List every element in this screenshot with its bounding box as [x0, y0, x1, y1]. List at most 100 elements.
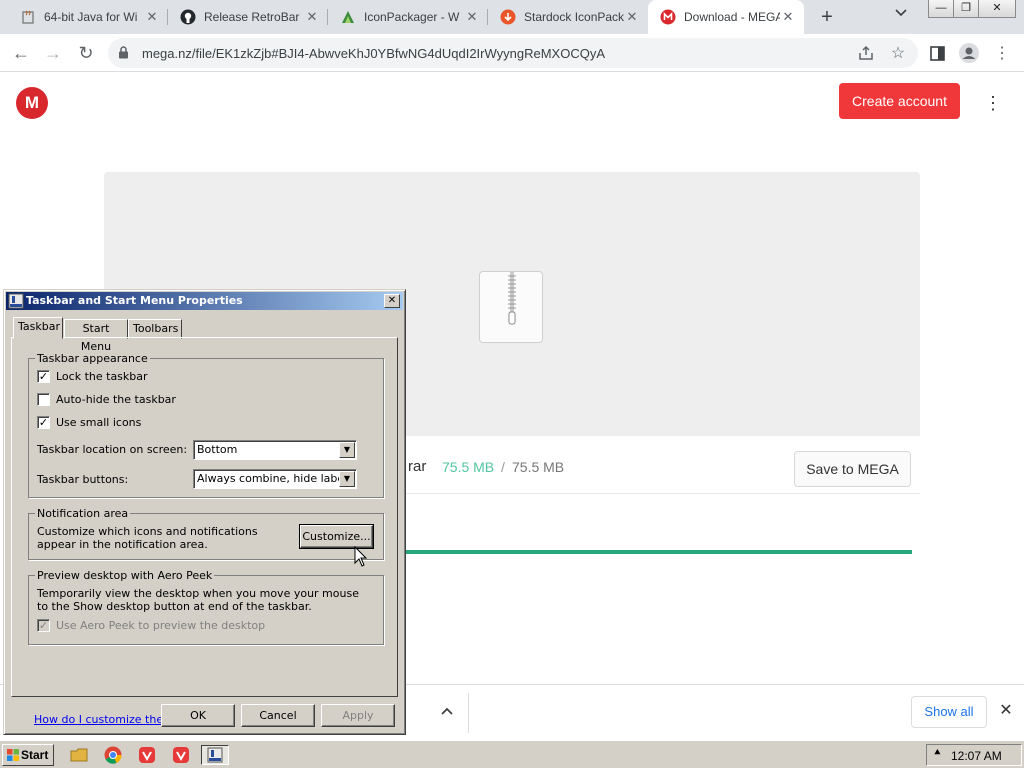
tab-title: 64-bit Java for Wi [44, 10, 138, 24]
taskbar-properties-dialog: Taskbar and Start Menu Properties ✕ Task… [3, 289, 406, 735]
auto-hide-checkbox[interactable]: Auto-hide the taskbar [37, 393, 176, 406]
tab-start-menu[interactable]: Start Menu [64, 319, 128, 353]
close-tab-icon[interactable]: ✕ [780, 9, 796, 25]
show-hidden-icons-icon[interactable]: ⯅ [933, 747, 942, 760]
group-title: Taskbar appearance [35, 352, 150, 365]
taskbar-properties-icon[interactable] [201, 745, 229, 765]
close-tab-icon[interactable]: ✕ [624, 9, 640, 25]
cancel-button[interactable]: Cancel [241, 704, 315, 727]
reload-icon[interactable]: ↻ [73, 41, 99, 65]
dialog-close-button[interactable]: ✕ [384, 294, 400, 308]
buttons-label: Taskbar buttons: [37, 473, 129, 486]
tab-retrobar[interactable]: Release RetroBar ✕ [168, 0, 328, 34]
back-icon[interactable]: ← [8, 41, 34, 65]
group-title: Preview desktop with Aero Peek [35, 569, 215, 582]
more-options-icon[interactable]: ⋮ [984, 92, 1002, 114]
size-separator: / [501, 459, 505, 475]
checkbox-box[interactable]: ✓ [37, 416, 50, 429]
side-panel-icon[interactable] [926, 42, 948, 64]
java-icon [20, 9, 36, 25]
share-icon[interactable] [855, 42, 877, 64]
close-window-button[interactable]: ✕ [978, 0, 1016, 18]
tab-stardock[interactable]: Stardock IconPack ✕ [488, 0, 648, 34]
small-icons-checkbox[interactable]: ✓ Use small icons [37, 416, 141, 429]
taskbar-appearance-group: Taskbar appearance ✓ Lock the taskbar Au… [28, 352, 384, 498]
dialog-title: Taskbar and Start Menu Properties [26, 294, 243, 307]
select-value: Bottom [197, 443, 238, 456]
tab-title: IconPackager - W [364, 10, 460, 24]
customize-button[interactable]: Customize... [299, 524, 374, 549]
taskbar-buttons-select[interactable]: Always combine, hide labels ▼ [193, 469, 357, 489]
checkbox-box[interactable] [37, 393, 50, 406]
checkbox-label: Auto-hide the taskbar [56, 393, 176, 406]
profile-avatar-icon[interactable] [958, 42, 980, 64]
checkbox-box[interactable]: ✓ [37, 619, 50, 632]
restore-button[interactable]: ❐ [953, 0, 979, 18]
save-to-mega-button[interactable]: Save to MEGA [794, 451, 911, 487]
group-title: Notification area [35, 507, 131, 520]
windows-logo-icon [7, 749, 19, 761]
aero-peek-description: Temporarily view the desktop when you mo… [37, 587, 359, 613]
file-name: rar [408, 458, 427, 475]
vivaldi-icon[interactable] [170, 745, 192, 765]
shelf-divider [468, 693, 469, 733]
close-tab-icon[interactable]: ✕ [304, 9, 320, 25]
aero-peek-checkbox[interactable]: ✓ Use Aero Peek to preview the desktop [37, 619, 265, 632]
start-button[interactable]: Start [2, 744, 54, 766]
taskbar-location-select[interactable]: Bottom ▼ [193, 440, 357, 460]
checkbox-label: Use Aero Peek to preview the desktop [56, 619, 266, 632]
taskbar-tab-panel: Taskbar appearance ✓ Lock the taskbar Au… [11, 337, 398, 726]
checkbox-label: Use small icons [56, 416, 142, 429]
tab-toolbars[interactable]: Toolbars [128, 319, 182, 339]
close-tab-icon[interactable]: ✕ [464, 9, 480, 25]
url-text: mega.nz/file/EK1zkZjb#BJI4-AbwveKhJ0YBfw… [142, 46, 606, 61]
ok-button[interactable]: OK [161, 704, 235, 727]
github-icon [180, 9, 196, 25]
lock-icon[interactable] [118, 46, 129, 64]
explorer-icon[interactable] [68, 745, 90, 765]
mouse-cursor-icon [354, 546, 368, 567]
total-size: 75.5 MB [512, 459, 565, 475]
forward-icon[interactable]: → [40, 41, 66, 65]
stardock-icon [500, 9, 516, 25]
downloaded-size: 75.5 MB [442, 459, 495, 475]
apply-button[interactable]: Apply [321, 704, 395, 727]
vivaldi-icon[interactable] [136, 745, 158, 765]
checkbox-box[interactable]: ✓ [37, 370, 50, 383]
browser-menu-icon[interactable]: ⋮ [991, 42, 1013, 64]
tab-mega[interactable]: Download - MEGA ✕ [648, 0, 804, 34]
address-bar[interactable]: mega.nz/file/EK1zkZjb#BJI4-AbwveKhJ0YBfw… [108, 38, 918, 68]
dropdown-arrow-icon[interactable]: ▼ [339, 471, 355, 487]
select-value: Always combine, hide labels [197, 472, 353, 485]
tab-taskbar[interactable]: Taskbar [13, 317, 63, 339]
checkbox-label: Lock the taskbar [56, 370, 148, 383]
create-account-button[interactable]: Create account [839, 83, 960, 119]
show-all-button[interactable]: Show all [911, 696, 987, 728]
new-tab-button[interactable]: + [815, 5, 839, 29]
tab-strip: 64-bit Java for Wi ✕ Release RetroBar ✕ … [0, 0, 1024, 34]
location-label: Taskbar location on screen: [37, 443, 188, 456]
taskbar-properties-icon [8, 293, 24, 309]
notification-description: Customize which icons and notifications … [37, 525, 258, 551]
dropdown-arrow-icon[interactable]: ▼ [339, 442, 355, 458]
tab-java[interactable]: 64-bit Java for Wi ✕ [8, 0, 168, 34]
tab-iconpackager[interactable]: IconPackager - W ✕ [328, 0, 488, 34]
notification-tray: ⯅ 12:07 AM [926, 744, 1022, 766]
clock[interactable]: 12:07 AM [951, 749, 1002, 763]
tab-title: Download - MEGA [684, 10, 780, 24]
notification-area-group: Notification area Customize which icons … [28, 507, 384, 560]
bookmark-star-icon[interactable]: ☆ [887, 42, 909, 64]
close-shelf-icon[interactable]: ✕ [996, 701, 1016, 721]
aero-peek-group: Preview desktop with Aero Peek Temporari… [28, 569, 384, 645]
mega-icon [660, 9, 676, 25]
tab-search-icon[interactable] [895, 6, 907, 20]
chrome-icon[interactable] [102, 745, 124, 765]
chevron-up-icon[interactable] [438, 703, 456, 721]
start-label: Start [21, 748, 49, 762]
close-tab-icon[interactable]: ✕ [144, 9, 160, 25]
lock-taskbar-checkbox[interactable]: ✓ Lock the taskbar [37, 370, 148, 383]
mega-logo[interactable]: M [16, 87, 48, 119]
browser-toolbar: ← → ↻ mega.nz/file/EK1zkZjb#BJI4-AbwveKh… [0, 34, 1024, 72]
minimize-button[interactable]: — [928, 0, 954, 18]
dialog-titlebar[interactable]: Taskbar and Start Menu Properties ✕ [6, 292, 403, 310]
